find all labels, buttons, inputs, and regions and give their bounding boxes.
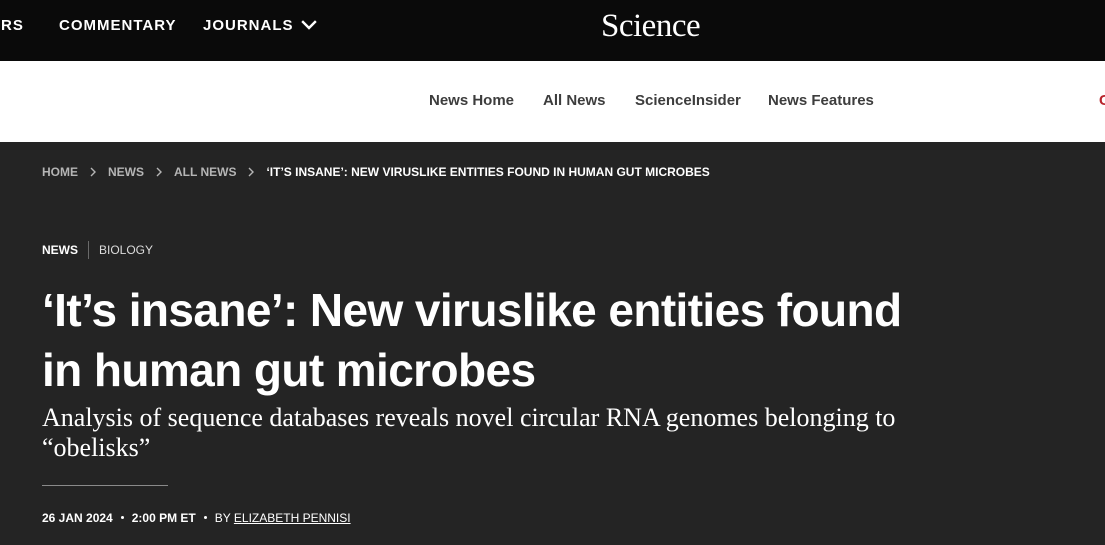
tag-divider <box>88 241 89 259</box>
breadcrumb: HOME NEWS ALL NEWS ‘IT’S INSANE’: NEW VIRUS… <box>42 164 710 180</box>
publish-date: 26 Jan 2024 <box>42 511 113 525</box>
bullet-separator <box>120 516 124 520</box>
top-nav-bar: ERS COMMENTARY JOURNALS Science <box>0 0 1105 61</box>
sub-nav-edge-item[interactable]: C <box>1099 92 1105 110</box>
article-byline: 26 Jan 2024 2:00 PM ET By Elizabeth Pennis… <box>42 510 351 526</box>
breadcrumb-news[interactable]: NEWS <box>108 164 144 180</box>
chevron-right-icon <box>248 167 255 177</box>
tag-news[interactable]: NEWS <box>42 242 78 258</box>
tag-biology[interactable]: BIOLOGY <box>99 242 153 258</box>
top-nav-item-commentary[interactable]: COMMENTARY <box>59 17 177 35</box>
science-logo[interactable]: Science <box>601 6 701 46</box>
sub-nav-news-features[interactable]: News Features <box>768 92 874 110</box>
chevron-down-icon[interactable] <box>301 17 317 33</box>
article-subtitle: Analysis of sequence databases reveals n… <box>42 403 896 462</box>
breadcrumb-home[interactable]: HOME <box>42 164 78 180</box>
chevron-right-icon <box>90 167 96 177</box>
article-title: ‘It’s insane’: New viruslike entities fo… <box>42 284 902 396</box>
article-tags: NEWS BIOLOGY <box>42 241 153 259</box>
sub-nav-all-news[interactable]: All News <box>543 92 606 110</box>
bullet-separator <box>203 516 207 520</box>
chevron-right-icon <box>156 167 162 177</box>
top-nav-item-journals[interactable]: JOURNALS <box>203 17 294 35</box>
news-sub-nav: News Home All News ScienceInsider News F… <box>0 61 1105 142</box>
breadcrumb-current: ‘IT’S INSANE’: NEW VIRUSLIKE ENTITIES FO… <box>266 165 710 179</box>
author-link[interactable]: Elizabeth Pennisi <box>234 511 351 525</box>
publish-time: 2:00 PM ET <box>131 511 196 525</box>
byline-divider <box>42 485 168 486</box>
byline-prefix: By <box>214 511 231 525</box>
breadcrumb-all-news[interactable]: ALL NEWS <box>174 164 236 180</box>
top-nav-item-partial[interactable]: ERS <box>0 17 24 35</box>
sub-nav-news-home[interactable]: News Home <box>429 92 514 110</box>
sub-nav-science-insider[interactable]: ScienceInsider <box>635 92 741 110</box>
